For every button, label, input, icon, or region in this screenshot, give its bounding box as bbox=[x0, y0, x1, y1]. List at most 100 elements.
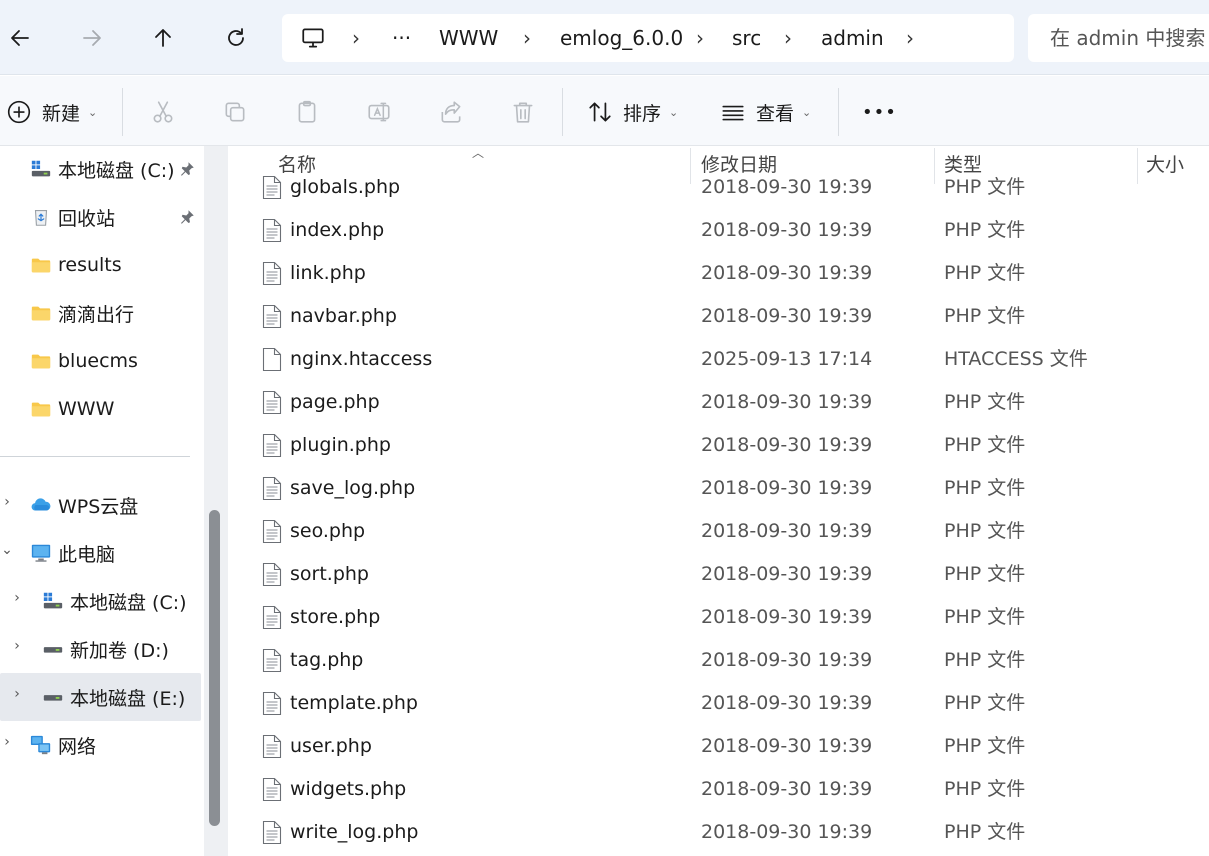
chevron-right-icon[interactable]: › bbox=[10, 686, 24, 702]
breadcrumb-overflow[interactable]: ··· bbox=[392, 14, 411, 62]
text-file-icon bbox=[262, 347, 282, 372]
sidebar-item-label: 回收站 bbox=[58, 207, 116, 230]
more-options-button[interactable]: ••• bbox=[862, 90, 897, 134]
up-button[interactable] bbox=[143, 18, 183, 58]
sidebar-item-bluecms[interactable]: bluecms bbox=[30, 338, 138, 384]
sidebar-item-local-disk-c[interactable]: 本地磁盘 (C:) bbox=[30, 146, 175, 192]
file-name: save_log.php bbox=[290, 477, 416, 499]
column-header-type[interactable]: 类型 bbox=[944, 146, 982, 184]
delete-button[interactable] bbox=[510, 90, 536, 134]
file-row[interactable]: navbar.php 2018-09-30 19:39 PHP 文件 bbox=[228, 295, 1209, 338]
php-file-icon bbox=[262, 433, 282, 458]
sidebar-item-didi[interactable]: 滴滴出行 bbox=[30, 290, 134, 336]
this-pc-icon[interactable] bbox=[300, 14, 326, 62]
file-row[interactable]: save_log.php 2018-09-30 19:39 PHP 文件 bbox=[228, 467, 1209, 510]
sidebar-item-label: results bbox=[58, 254, 122, 276]
file-row[interactable]: page.php 2018-09-30 19:39 PHP 文件 bbox=[228, 381, 1209, 424]
cut-button[interactable] bbox=[150, 90, 176, 134]
sidebar-scrollbar-thumb[interactable] bbox=[209, 510, 220, 826]
sidebar-item-local-disk-e[interactable]: 本地磁盘 (E:) bbox=[42, 674, 185, 720]
sidebar-item-network[interactable]: 网络 bbox=[30, 722, 96, 768]
file-row[interactable]: nginx.htaccess 2025-09-13 17:14 HTACCESS 文… bbox=[228, 338, 1209, 381]
file-row[interactable]: tag.php 2018-09-30 19:39 PHP 文件 bbox=[228, 639, 1209, 682]
file-modified-date: 2018-09-30 19:39 bbox=[701, 520, 873, 542]
sidebar-item-wps-cloud[interactable]: WPS云盘 bbox=[30, 482, 138, 528]
file-name: seo.php bbox=[290, 520, 366, 542]
sidebar-item-results[interactable]: results bbox=[30, 242, 122, 288]
file-type: PHP 文件 bbox=[944, 262, 1026, 284]
file-name: plugin.php bbox=[290, 434, 391, 456]
file-modified-date: 2025-09-13 17:14 bbox=[701, 348, 873, 370]
file-type: PHP 文件 bbox=[944, 477, 1026, 499]
search-input[interactable] bbox=[1028, 14, 1209, 62]
file-type: PHP 文件 bbox=[944, 606, 1026, 628]
file-row[interactable]: plugin.php 2018-09-30 19:39 PHP 文件 bbox=[228, 424, 1209, 467]
file-row[interactable]: widgets.php 2018-09-30 19:39 PHP 文件 bbox=[228, 768, 1209, 811]
sidebar-item-label: 此电脑 bbox=[58, 543, 116, 566]
sidebar-item-label: WWW bbox=[58, 398, 115, 420]
file-row[interactable]: sort.php 2018-09-30 19:39 PHP 文件 bbox=[228, 553, 1209, 596]
column-header-name[interactable]: 名称 bbox=[278, 146, 316, 184]
search-box[interactable] bbox=[1028, 14, 1209, 62]
forward-button[interactable] bbox=[72, 18, 112, 58]
sidebar-item-label: bluecms bbox=[58, 350, 138, 372]
sort-ascending-icon: ︿ bbox=[472, 146, 485, 160]
sidebar-item-recycle-bin[interactable]: 回收站 bbox=[30, 194, 115, 240]
column-divider[interactable] bbox=[934, 148, 935, 184]
chevron-right-icon[interactable]: › bbox=[10, 638, 24, 654]
share-button[interactable] bbox=[438, 90, 464, 134]
refresh-button[interactable] bbox=[216, 18, 256, 58]
breadcrumb[interactable]: › ··· WWW › emlog_6.0.0 › src › admin › bbox=[282, 14, 1014, 62]
column-header-size[interactable]: 大小 bbox=[1146, 146, 1184, 184]
file-type: PHP 文件 bbox=[944, 391, 1026, 413]
php-file-icon bbox=[262, 218, 282, 243]
new-button-label: 新建 bbox=[42, 102, 81, 125]
forward-arrow-icon bbox=[83, 30, 101, 46]
sidebar-divider bbox=[0, 456, 190, 457]
sidebar-item-local-disk-c-tree[interactable]: 本地磁盘 (C:) bbox=[42, 578, 187, 624]
rename-button[interactable] bbox=[366, 90, 392, 134]
file-row[interactable]: seo.php 2018-09-30 19:39 PHP 文件 bbox=[228, 510, 1209, 553]
column-divider[interactable] bbox=[690, 148, 691, 184]
file-name: user.php bbox=[290, 735, 372, 757]
chevron-down-icon[interactable]: ⌄ bbox=[0, 542, 14, 558]
file-row[interactable]: user.php 2018-09-30 19:39 PHP 文件 bbox=[228, 725, 1209, 768]
breadcrumb-item-src[interactable]: src bbox=[732, 14, 761, 62]
file-row[interactable]: write_log.php 2018-09-30 19:39 PHP 文件 bbox=[228, 811, 1209, 854]
cloud-icon bbox=[30, 494, 52, 516]
breadcrumb-item-www[interactable]: WWW bbox=[439, 14, 498, 62]
file-name: nginx.htaccess bbox=[290, 348, 433, 370]
sort-button[interactable]: 排序 ⌄ bbox=[587, 90, 678, 134]
breadcrumb-separator: › bbox=[523, 26, 531, 50]
new-button[interactable]: 新建 ⌄ bbox=[6, 90, 97, 134]
pin-icon[interactable] bbox=[178, 208, 196, 226]
sidebar-item-label: WPS云盘 bbox=[58, 495, 139, 518]
back-button[interactable] bbox=[0, 18, 40, 58]
column-header-date[interactable]: 修改日期 bbox=[701, 146, 777, 184]
breadcrumb-item-emlog[interactable]: emlog_6.0.0 bbox=[560, 14, 683, 62]
php-file-icon bbox=[262, 605, 282, 630]
file-type: PHP 文件 bbox=[944, 520, 1026, 542]
view-button[interactable]: 查看 ⌄ bbox=[720, 90, 811, 134]
chevron-right-icon[interactable]: › bbox=[10, 590, 24, 606]
sidebar-item-this-pc[interactable]: 此电脑 bbox=[30, 530, 115, 576]
file-row[interactable]: store.php 2018-09-30 19:39 PHP 文件 bbox=[228, 596, 1209, 639]
drive-icon bbox=[42, 590, 64, 612]
chevron-right-icon[interactable]: › bbox=[0, 494, 14, 510]
pin-icon[interactable] bbox=[178, 160, 196, 178]
paste-button[interactable] bbox=[294, 90, 320, 134]
drive-icon bbox=[42, 686, 64, 708]
chevron-right-icon[interactable]: › bbox=[0, 734, 14, 750]
sidebar-item-www[interactable]: WWW bbox=[30, 386, 114, 432]
file-type: PHP 文件 bbox=[944, 649, 1026, 671]
computer-icon bbox=[30, 542, 52, 564]
file-type: HTACCESS 文件 bbox=[944, 348, 1088, 370]
sidebar-item-new-volume-d[interactable]: 新加卷 (D:) bbox=[42, 626, 169, 672]
column-divider[interactable] bbox=[1137, 148, 1138, 184]
copy-button[interactable] bbox=[222, 90, 248, 134]
file-row[interactable]: link.php 2018-09-30 19:39 PHP 文件 bbox=[228, 252, 1209, 295]
breadcrumb-item-admin[interactable]: admin bbox=[821, 14, 884, 62]
file-row[interactable]: template.php 2018-09-30 19:39 PHP 文件 bbox=[228, 682, 1209, 725]
file-name: tag.php bbox=[290, 649, 364, 671]
file-row[interactable]: index.php 2018-09-30 19:39 PHP 文件 bbox=[228, 209, 1209, 252]
